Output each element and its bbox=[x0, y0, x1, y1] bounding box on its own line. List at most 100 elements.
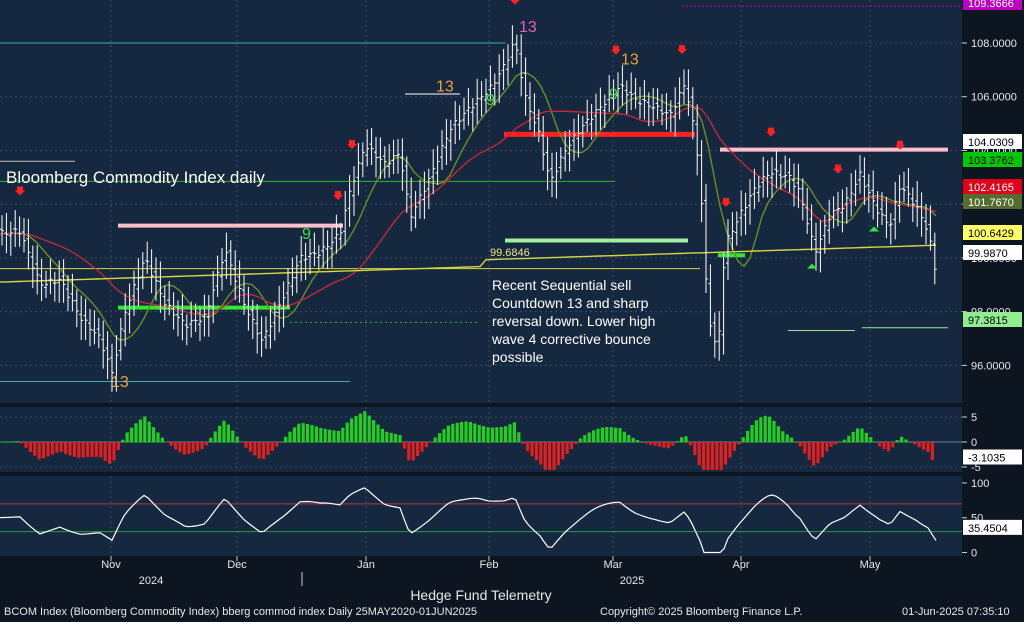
histogram-bar bbox=[508, 424, 512, 443]
histogram-bar bbox=[820, 442, 824, 458]
histogram-bar bbox=[530, 442, 534, 456]
histogram-bar bbox=[376, 424, 380, 443]
histogram-bar bbox=[297, 423, 301, 443]
histogram-bar bbox=[306, 423, 310, 443]
histogram-bar bbox=[636, 440, 640, 443]
histogram-bar bbox=[649, 442, 653, 445]
histogram-bar bbox=[33, 442, 37, 456]
histogram-bar bbox=[583, 435, 587, 443]
footer-copyright: Copyright© 2025 Bloomberg Finance L.P. bbox=[600, 606, 803, 618]
histogram-bar bbox=[790, 437, 794, 443]
histogram-bar bbox=[147, 421, 151, 443]
histogram-bar bbox=[372, 420, 376, 443]
histogram-bar bbox=[526, 442, 530, 452]
histogram-bar bbox=[495, 427, 499, 443]
histogram-bar bbox=[622, 431, 626, 443]
histogram-bar bbox=[407, 442, 411, 461]
histogram-bar bbox=[930, 442, 934, 461]
chart-title: Bloomberg Commodity Index daily bbox=[6, 168, 265, 187]
histogram-bar bbox=[64, 442, 68, 454]
histogram-bar bbox=[838, 441, 842, 443]
histogram-bar bbox=[196, 442, 200, 452]
histogram-bar bbox=[59, 442, 63, 453]
sequential-count-label: 13 bbox=[436, 78, 454, 95]
histogram-bar bbox=[798, 442, 802, 447]
histogram-bar bbox=[209, 437, 213, 443]
histogram-bar bbox=[600, 427, 604, 443]
histogram-bar bbox=[754, 420, 758, 443]
histogram-bar bbox=[543, 442, 547, 470]
histogram-bar bbox=[55, 442, 59, 453]
oscillator-panel bbox=[0, 476, 962, 556]
histogram-bar bbox=[856, 428, 860, 443]
x-tick-label: Dec bbox=[227, 559, 247, 571]
histogram-bar bbox=[878, 442, 882, 447]
histogram-bar bbox=[323, 428, 327, 443]
histogram-bar bbox=[803, 442, 807, 454]
histogram-bar bbox=[367, 415, 371, 443]
histogram-bar bbox=[345, 422, 349, 443]
histogram-bar bbox=[160, 437, 164, 443]
histogram-bar bbox=[402, 442, 406, 449]
sequential-count-label: 13 bbox=[621, 51, 639, 68]
price-badge: 109.3666 bbox=[968, 0, 1014, 10]
histogram-bar bbox=[279, 441, 283, 443]
histogram-bar bbox=[354, 415, 358, 443]
histogram-bar bbox=[68, 442, 72, 456]
histogram-bar bbox=[156, 432, 160, 443]
histogram-bar bbox=[275, 442, 279, 447]
histogram-bar bbox=[86, 442, 90, 458]
histogram-bar bbox=[768, 416, 772, 443]
histogram-bar bbox=[900, 436, 904, 443]
histogram-bar bbox=[103, 442, 107, 461]
histogram-bar bbox=[319, 427, 323, 443]
histogram-bar bbox=[42, 442, 46, 459]
histogram-bar bbox=[143, 416, 147, 443]
x-tick-label: Mar bbox=[604, 559, 623, 571]
histogram-bar bbox=[240, 442, 244, 443]
chart-area: 13131399139 96.000098.0000100.0000102.00… bbox=[0, 0, 1024, 622]
histogram-bar bbox=[332, 430, 336, 443]
histogram-bar bbox=[644, 442, 648, 444]
histogram-bar bbox=[776, 426, 780, 443]
histogram-bar bbox=[592, 430, 596, 443]
histogram-bar bbox=[724, 442, 728, 465]
histogram-bar bbox=[416, 442, 420, 457]
histogram-bar bbox=[187, 442, 191, 454]
price-badge: 104.0309 bbox=[968, 137, 1014, 149]
histogram-bar bbox=[693, 442, 697, 456]
histogram-bar bbox=[125, 432, 129, 443]
histogram-bar bbox=[464, 421, 468, 443]
histogram-bar bbox=[28, 442, 32, 452]
histogram-bar bbox=[574, 442, 578, 444]
histogram-bar bbox=[886, 442, 890, 452]
histogram-bar bbox=[851, 431, 855, 443]
histogram-bar bbox=[759, 417, 763, 443]
x-tick-label: Jan bbox=[357, 559, 375, 571]
price-badge: 101.7670 bbox=[968, 197, 1014, 209]
histogram-bar bbox=[174, 442, 178, 450]
histogram-bar bbox=[446, 425, 450, 443]
histogram-bar bbox=[336, 430, 340, 443]
histogram-bar bbox=[578, 438, 582, 443]
histogram-bar bbox=[442, 429, 446, 443]
oscillator-tick-label: 0 bbox=[971, 548, 977, 560]
histogram-bar bbox=[178, 442, 182, 453]
histogram-bar bbox=[565, 442, 569, 454]
histogram-bar bbox=[812, 442, 816, 466]
histogram-bar bbox=[15, 441, 19, 443]
histogram-bar bbox=[270, 442, 274, 451]
histogram-bar bbox=[37, 442, 41, 460]
histogram-bar bbox=[310, 425, 314, 443]
histogram-bar bbox=[72, 442, 76, 457]
histogram-bar bbox=[873, 441, 877, 443]
histogram-bar bbox=[301, 423, 305, 443]
histogram-bar bbox=[358, 413, 362, 443]
histogram-bar bbox=[350, 418, 354, 443]
histogram-bar bbox=[614, 427, 618, 443]
histogram-bar bbox=[671, 442, 675, 446]
x-year-label: 2024 bbox=[139, 575, 163, 587]
histogram-bar bbox=[486, 427, 490, 443]
x-tick-label: Apr bbox=[732, 559, 749, 571]
histogram-bar bbox=[517, 432, 521, 443]
